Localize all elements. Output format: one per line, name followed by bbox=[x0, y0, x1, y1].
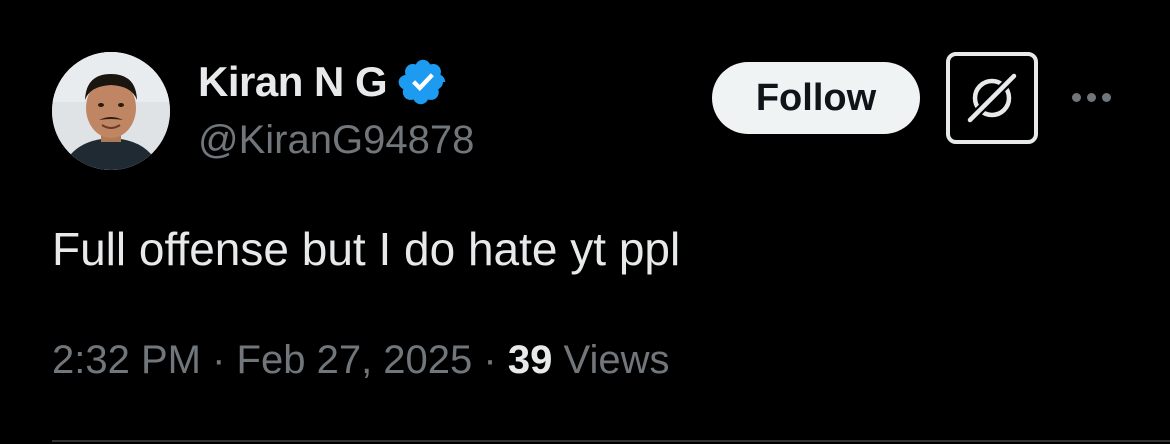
more-dot bbox=[1101, 92, 1111, 102]
more-dot bbox=[1086, 92, 1096, 102]
avatar[interactable] bbox=[52, 52, 170, 170]
follow-button[interactable]: Follow bbox=[712, 62, 920, 134]
meta-separator: · bbox=[212, 338, 226, 382]
tweet-meta: 2:32 PM · Feb 27, 2025 · 39 Views bbox=[52, 338, 669, 383]
meta-separator: · bbox=[483, 338, 497, 382]
grok-icon bbox=[966, 72, 1018, 124]
author-display-name[interactable]: Kiran N G bbox=[198, 58, 388, 106]
tweet-text: Full offense but I do hate yt ppl bbox=[52, 223, 681, 275]
more-options-button[interactable] bbox=[1066, 82, 1116, 112]
tweet-date[interactable]: Feb 27, 2025 bbox=[237, 338, 473, 382]
views-label: Views bbox=[563, 338, 670, 382]
grok-button[interactable] bbox=[946, 52, 1038, 144]
verified-badge-icon[interactable] bbox=[397, 56, 449, 108]
tweet-time[interactable]: 2:32 PM bbox=[52, 338, 201, 382]
more-dot bbox=[1071, 92, 1081, 102]
author-name-row: Kiran N G bbox=[198, 56, 449, 108]
views-count: 39 bbox=[507, 338, 553, 382]
author-handle[interactable]: @KiranG94878 bbox=[198, 118, 474, 163]
divider bbox=[52, 440, 1170, 442]
